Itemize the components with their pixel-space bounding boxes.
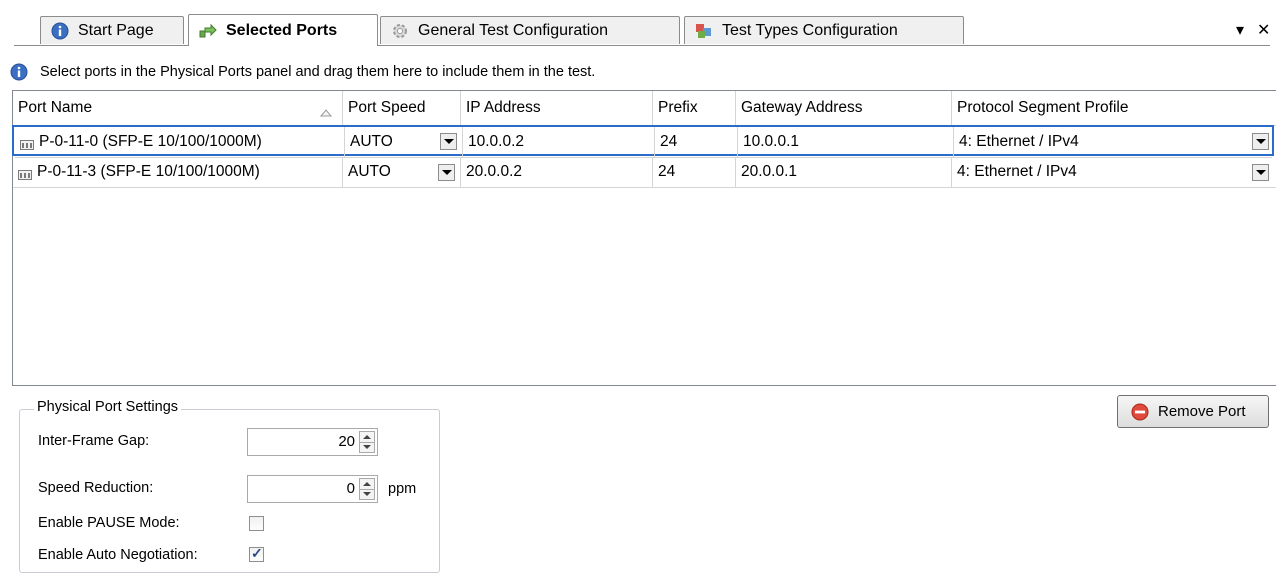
- speed-reduction-unit: ppm: [388, 481, 417, 497]
- port-speed-value: AUTO: [350, 133, 393, 150]
- column-header-port-speed[interactable]: Port Speed: [343, 91, 461, 125]
- tab-label: Test Types Configuration: [722, 21, 898, 39]
- ports-arrow-icon: [199, 22, 217, 40]
- profile-value: 4: Ethernet / IPv4: [959, 133, 1079, 150]
- cell-ip-address[interactable]: 10.0.0.2: [463, 127, 655, 158]
- cell-port-name: P-0-11-0 (SFP-E 10/100/1000M): [15, 127, 345, 158]
- cell-gateway-address[interactable]: 10.0.0.1: [738, 127, 954, 158]
- chevron-down-icon[interactable]: [363, 492, 371, 496]
- gateway-value: 10.0.0.1: [743, 133, 800, 150]
- info-icon: [51, 22, 69, 40]
- profile-dropdown-button[interactable]: [1252, 133, 1269, 150]
- chevron-down-icon: [441, 170, 452, 175]
- info-icon: [10, 63, 28, 81]
- tab-test-types-configuration[interactable]: Test Types Configuration: [684, 16, 964, 44]
- sort-ascending-icon: [319, 104, 333, 122]
- info-message: Select ports in the Physical Ports panel…: [10, 62, 595, 82]
- chevron-down-icon: [1255, 139, 1266, 144]
- chevron-up-icon[interactable]: [363, 482, 371, 486]
- cell-port-name: P-0-11-3 (SFP-E 10/100/1000M): [13, 157, 343, 188]
- tab-selected-ports[interactable]: Selected Ports: [188, 14, 378, 46]
- column-header-port-name[interactable]: Port Name: [13, 91, 343, 125]
- speed-reduction-label: Speed Reduction:: [38, 480, 154, 496]
- chevron-up-icon[interactable]: [363, 435, 371, 439]
- close-icon[interactable]: ✕: [1257, 20, 1270, 40]
- tab-general-test-configuration[interactable]: General Test Configuration: [380, 16, 680, 44]
- cell-protocol-segment-profile[interactable]: 4: Ethernet / IPv4: [952, 157, 1276, 188]
- column-header-label: Port Name: [18, 99, 93, 116]
- cubes-icon: [695, 22, 713, 40]
- spinner-divider: [360, 442, 374, 443]
- cell-prefix[interactable]: 24: [653, 157, 736, 188]
- port-speed-value: AUTO: [348, 163, 391, 180]
- cell-port-speed[interactable]: AUTO: [343, 157, 461, 188]
- ports-grid[interactable]: Port Name Port Speed IP Address Prefix G…: [12, 90, 1276, 386]
- tab-start-page[interactable]: Start Page: [40, 16, 184, 44]
- cell-port-speed[interactable]: AUTO: [345, 127, 463, 158]
- port-speed-dropdown-button[interactable]: [438, 164, 455, 181]
- column-header-label: IP Address: [466, 99, 541, 116]
- port-icon: [18, 167, 32, 180]
- remove-icon: [1131, 403, 1149, 421]
- ip-address-value: 20.0.0.2: [466, 163, 523, 180]
- spinner-buttons[interactable]: [359, 478, 375, 500]
- spinner-divider: [360, 489, 374, 490]
- profile-value: 4: Ethernet / IPv4: [957, 163, 1077, 180]
- auto-negotiation-checkbox[interactable]: ✓: [249, 545, 264, 562]
- table-row[interactable]: P-0-11-3 (SFP-E 10/100/1000M) AUTO 20.0.…: [13, 157, 1276, 188]
- port-speed-dropdown-button[interactable]: [440, 133, 457, 150]
- column-header-label: Prefix: [658, 99, 698, 116]
- column-header-ip-address[interactable]: IP Address: [461, 91, 653, 125]
- tab-label: General Test Configuration: [418, 21, 609, 39]
- group-title: Physical Port Settings: [34, 399, 182, 415]
- column-header-protocol-segment-profile[interactable]: Protocol Segment Profile: [952, 91, 1276, 125]
- tab-strip: Start Page Selected Ports General Test C…: [0, 0, 1276, 46]
- column-header-label: Gateway Address: [741, 99, 863, 116]
- cell-protocol-segment-profile[interactable]: 4: Ethernet / IPv4: [954, 127, 1272, 158]
- gear-icon: [391, 22, 409, 40]
- column-header-prefix[interactable]: Prefix: [653, 91, 736, 125]
- profile-dropdown-button[interactable]: [1252, 164, 1269, 181]
- port-name-text: P-0-11-0 (SFP-E 10/100/1000M): [39, 133, 262, 150]
- port-name-text: P-0-11-3 (SFP-E 10/100/1000M): [37, 163, 260, 180]
- speed-reduction-spinner[interactable]: 0: [247, 475, 378, 503]
- tab-label: Selected Ports: [226, 21, 338, 39]
- grid-header: Port Name Port Speed IP Address Prefix G…: [13, 91, 1276, 126]
- chevron-down-icon: [443, 139, 454, 144]
- gateway-value: 20.0.0.1: [741, 163, 798, 180]
- remove-port-button[interactable]: Remove Port: [1117, 395, 1269, 428]
- column-header-gateway-address[interactable]: Gateway Address: [736, 91, 952, 125]
- tab-menu-icon[interactable]: ▾: [1236, 20, 1244, 40]
- column-header-label: Port Speed: [348, 99, 426, 116]
- cell-gateway-address[interactable]: 20.0.0.1: [736, 157, 952, 188]
- spinner-buttons[interactable]: [359, 431, 375, 453]
- info-text: Select ports in the Physical Ports panel…: [40, 64, 596, 80]
- cell-prefix[interactable]: 24: [655, 127, 738, 158]
- speed-reduction-value[interactable]: 0: [347, 480, 355, 497]
- inter-frame-gap-spinner[interactable]: 20: [247, 428, 378, 456]
- port-icon: [20, 137, 34, 150]
- tab-label: Start Page: [78, 21, 154, 39]
- chevron-down-icon: [1255, 170, 1266, 175]
- chevron-down-icon[interactable]: [363, 445, 371, 449]
- ip-address-value: 10.0.0.2: [468, 133, 525, 150]
- prefix-value: 24: [658, 163, 676, 180]
- cell-ip-address[interactable]: 20.0.0.2: [461, 157, 653, 188]
- prefix-value: 24: [660, 133, 678, 150]
- pause-mode-checkbox[interactable]: [249, 516, 264, 531]
- remove-port-label: Remove Port: [1158, 403, 1246, 420]
- column-header-label: Protocol Segment Profile: [957, 99, 1129, 116]
- inter-frame-gap-label: Inter-Frame Gap:: [38, 433, 150, 449]
- check-icon: ✓: [251, 545, 263, 561]
- auto-negotiation-label: Enable Auto Negotiation:: [38, 547, 198, 563]
- table-row[interactable]: P-0-11-0 (SFP-E 10/100/1000M) AUTO 10.0.…: [12, 125, 1274, 158]
- inter-frame-gap-value[interactable]: 20: [338, 433, 355, 450]
- pause-mode-label: Enable PAUSE Mode:: [38, 515, 180, 531]
